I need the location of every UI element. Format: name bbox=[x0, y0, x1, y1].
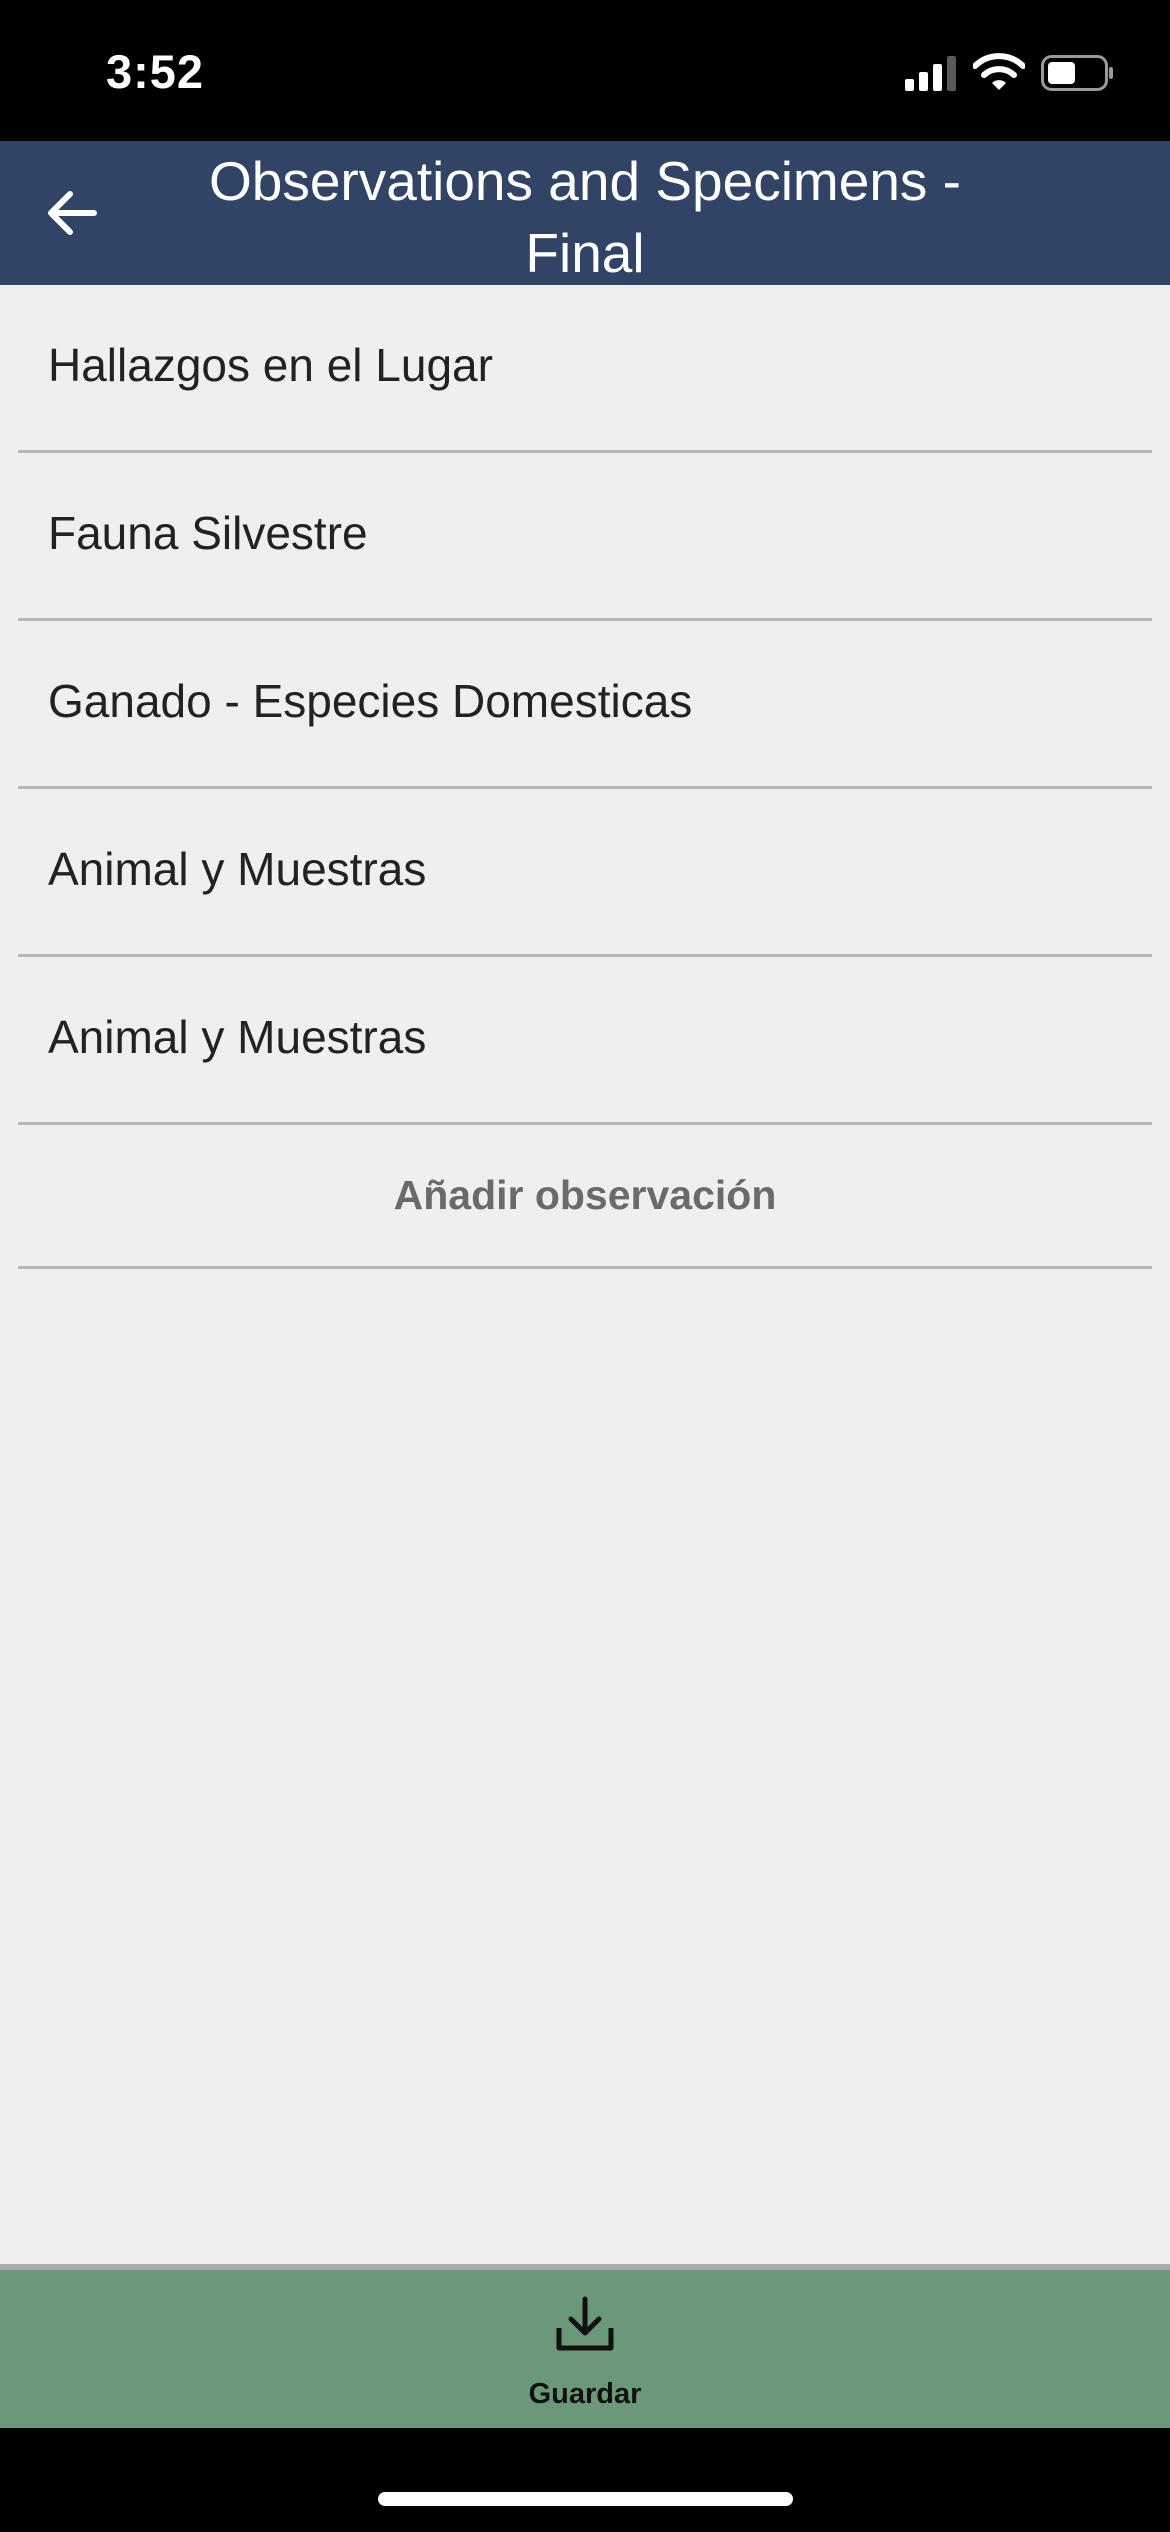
list-item[interactable]: Hallazgos en el Lugar bbox=[18, 285, 1152, 453]
list-item[interactable]: Animal y Muestras bbox=[18, 789, 1152, 957]
download-icon bbox=[556, 2296, 614, 2351]
observation-list: Hallazgos en el Lugar Fauna Silvestre Ga… bbox=[18, 285, 1152, 1269]
status-bar: 3:52 bbox=[0, 0, 1170, 141]
app-header: Observations and Specimens - Final bbox=[0, 141, 1170, 285]
page-title: Observations and Specimens - Final bbox=[208, 150, 962, 284]
wifi-icon bbox=[973, 53, 1025, 90]
add-observation-button[interactable]: Añadir observación bbox=[18, 1125, 1152, 1269]
save-button[interactable]: Guardar bbox=[0, 2264, 1170, 2428]
observations-content: Hallazgos en el Lugar Fauna Silvestre Ga… bbox=[0, 285, 1170, 2264]
list-item[interactable]: Fauna Silvestre bbox=[18, 453, 1152, 621]
save-label: Guardar bbox=[528, 2378, 642, 2410]
status-time: 3:52 bbox=[106, 45, 205, 98]
list-item[interactable]: Ganado - Especies Domesticas bbox=[18, 621, 1152, 789]
back-button[interactable] bbox=[36, 177, 108, 249]
arrow-left-icon bbox=[48, 191, 97, 235]
home-area bbox=[0, 2428, 1170, 2532]
battery-icon bbox=[1041, 55, 1113, 91]
list-item[interactable]: Animal y Muestras bbox=[18, 957, 1152, 1125]
cellular-signal-icon bbox=[905, 56, 956, 91]
home-indicator[interactable] bbox=[378, 2492, 793, 2506]
